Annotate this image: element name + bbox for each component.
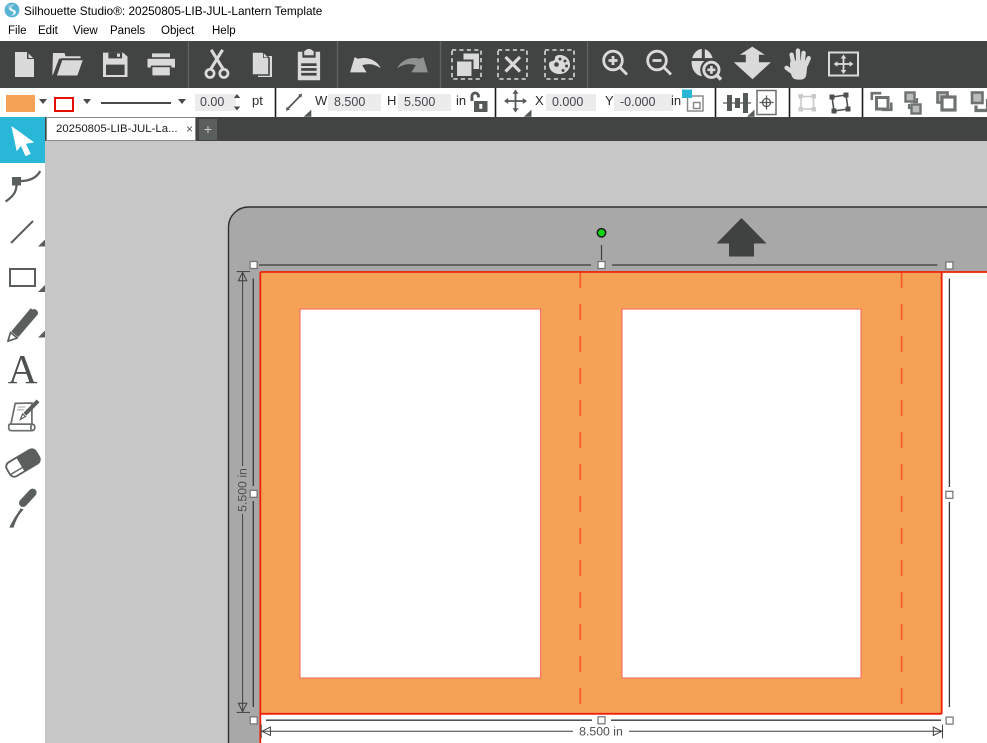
svg-text:8.500 in: 8.500 in — [579, 724, 623, 738]
svg-text:5.500 in: 5.500 in — [236, 468, 250, 512]
svg-text:A: A — [8, 346, 38, 392]
